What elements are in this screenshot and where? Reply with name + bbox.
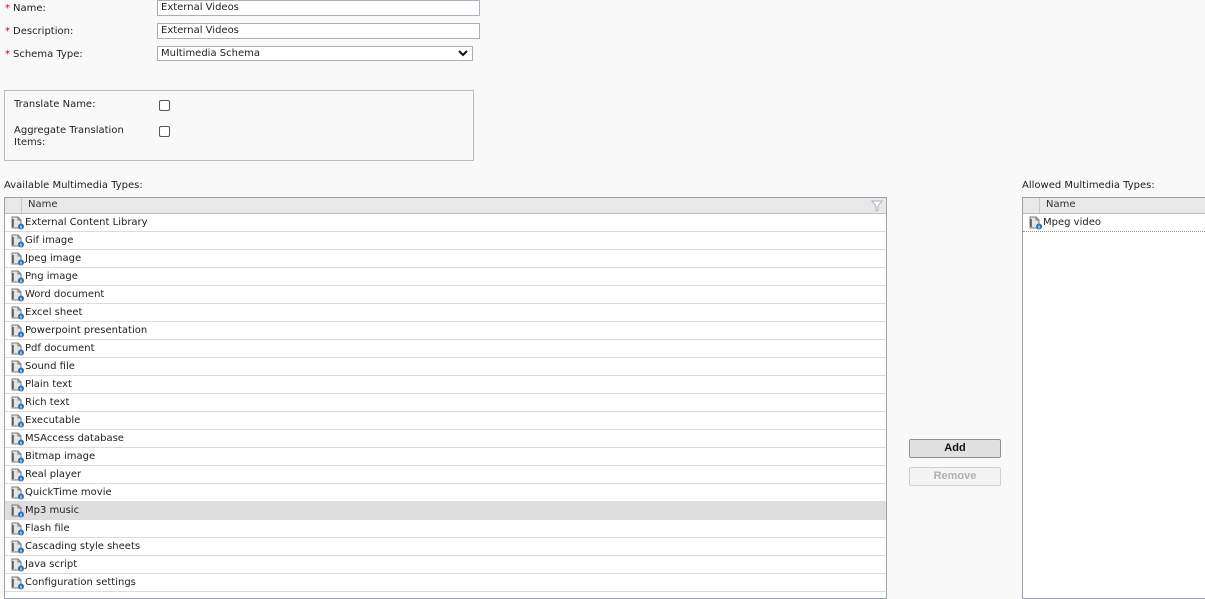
required-marker: * <box>5 49 10 60</box>
list-item-label: External Content Library <box>25 217 148 228</box>
list-item-label: Java script <box>25 559 78 570</box>
list-item-label: Png image <box>25 271 78 282</box>
allowed-types-list: Mpeg video <box>1023 214 1205 232</box>
list-item-label: Mpeg video <box>1043 217 1101 228</box>
list-item-label: MSAccess database <box>25 433 124 444</box>
allowed-types-grid: Name Mpeg video <box>1022 197 1205 599</box>
list-item[interactable]: Configuration settings <box>5 574 886 592</box>
required-marker: * <box>5 3 10 14</box>
list-item[interactable]: QuickTime movie <box>5 484 886 502</box>
required-marker: * <box>5 26 10 37</box>
translate-name-checkbox[interactable] <box>159 100 170 111</box>
multimedia-type-icon <box>11 216 25 230</box>
description-input[interactable]: External Videos <box>157 23 480 39</box>
filter-icon[interactable] <box>870 200 884 212</box>
list-item-label: Cascading style sheets <box>25 541 141 552</box>
list-item[interactable]: Gif image <box>5 232 886 250</box>
add-button[interactable]: Add <box>909 439 1001 458</box>
list-item[interactable]: MSAccess database <box>5 430 886 448</box>
aggregate-translation-label: Aggregate Translation Items: <box>14 125 124 148</box>
description-label: * Description: <box>5 26 74 37</box>
multimedia-type-icon <box>11 234 25 248</box>
list-item-label: Sound file <box>25 361 75 372</box>
list-item[interactable]: Executable <box>5 412 886 430</box>
multimedia-type-icon <box>1029 216 1043 230</box>
translate-name-label: Translate Name: <box>14 99 96 110</box>
multimedia-type-icon <box>11 414 25 428</box>
name-input[interactable]: External Videos <box>157 0 480 16</box>
multimedia-type-icon <box>11 270 25 284</box>
list-item[interactable]: Bitmap image <box>5 448 886 466</box>
column-header-name[interactable]: Name <box>1046 199 1076 210</box>
chevron-down-icon <box>458 47 468 63</box>
list-item-label: Excel sheet <box>25 307 83 318</box>
list-item[interactable]: Word document <box>5 286 886 304</box>
available-types-grid: Name External Content Library Gif image Jp… <box>4 197 887 599</box>
multimedia-type-icon <box>11 450 25 464</box>
list-item-label: Word document <box>25 289 105 300</box>
list-item[interactable]: External Content Library <box>5 214 886 232</box>
list-item[interactable]: Sound file <box>5 358 886 376</box>
list-item[interactable]: Mp3 music <box>5 502 886 520</box>
schema-type-label: * Schema Type: <box>5 49 83 60</box>
list-item-label: QuickTime movie <box>25 487 112 498</box>
list-item[interactable]: Cascading style sheets <box>5 538 886 556</box>
grid-header: Name <box>5 198 886 214</box>
multimedia-type-icon <box>11 558 25 572</box>
list-item[interactable]: Mpeg video <box>1023 214 1205 232</box>
list-item-label: Powerpoint presentation <box>25 325 148 336</box>
list-item[interactable]: Java script <box>5 556 886 574</box>
multimedia-type-icon <box>11 306 25 320</box>
multimedia-type-icon <box>11 522 25 536</box>
multimedia-type-icon <box>11 396 25 410</box>
aggregate-translation-checkbox[interactable] <box>159 126 170 137</box>
list-item-label: Real player <box>25 469 82 480</box>
multimedia-type-icon <box>11 468 25 482</box>
list-item-label: Configuration settings <box>25 577 136 588</box>
list-item[interactable]: Real player <box>5 466 886 484</box>
multimedia-type-icon <box>11 504 25 518</box>
multimedia-type-icon <box>11 342 25 356</box>
list-item-label: Jpeg image <box>25 253 82 264</box>
multimedia-type-icon <box>11 288 25 302</box>
list-item-label: Bitmap image <box>25 451 96 462</box>
list-item-label: Mp3 music <box>25 505 80 516</box>
list-item[interactable]: Png image <box>5 268 886 286</box>
row-selector-header <box>5 198 22 213</box>
allowed-types-title: Allowed Multimedia Types: <box>1022 180 1155 191</box>
list-item[interactable]: Plain text <box>5 376 886 394</box>
list-item-label: Pdf document <box>25 343 95 354</box>
name-label: * Name: <box>5 3 46 14</box>
list-item-label: Plain text <box>25 379 72 390</box>
list-item-label: Gif image <box>25 235 74 246</box>
multimedia-type-icon <box>11 486 25 500</box>
grid-header: Name <box>1023 198 1205 214</box>
list-item[interactable]: Pdf document <box>5 340 886 358</box>
list-item-label: Executable <box>25 415 81 426</box>
multimedia-type-icon <box>11 432 25 446</box>
row-selector-header <box>1023 198 1040 213</box>
multimedia-type-icon <box>11 324 25 338</box>
list-item[interactable]: Flash file <box>5 520 886 538</box>
list-item-label: Flash file <box>25 523 70 534</box>
schema-type-select[interactable]: Multimedia Schema <box>157 46 473 61</box>
available-types-list: External Content Library Gif image Jpeg im… <box>5 214 886 592</box>
translation-options: Translate Name: Aggregate Translation It… <box>4 90 474 161</box>
schema-type-value: Multimedia Schema <box>161 48 260 59</box>
multimedia-type-icon <box>11 540 25 554</box>
remove-button[interactable]: Remove <box>909 467 1001 486</box>
multimedia-type-icon <box>11 378 25 392</box>
available-types-title: Available Multimedia Types: <box>4 180 143 191</box>
list-item[interactable]: Rich text <box>5 394 886 412</box>
column-header-name[interactable]: Name <box>28 199 58 210</box>
list-item-label: Rich text <box>25 397 70 408</box>
list-item[interactable]: Jpeg image <box>5 250 886 268</box>
multimedia-type-icon <box>11 360 25 374</box>
multimedia-type-icon <box>11 576 25 590</box>
list-item[interactable]: Excel sheet <box>5 304 886 322</box>
list-item[interactable]: Powerpoint presentation <box>5 322 886 340</box>
multimedia-type-icon <box>11 252 25 266</box>
